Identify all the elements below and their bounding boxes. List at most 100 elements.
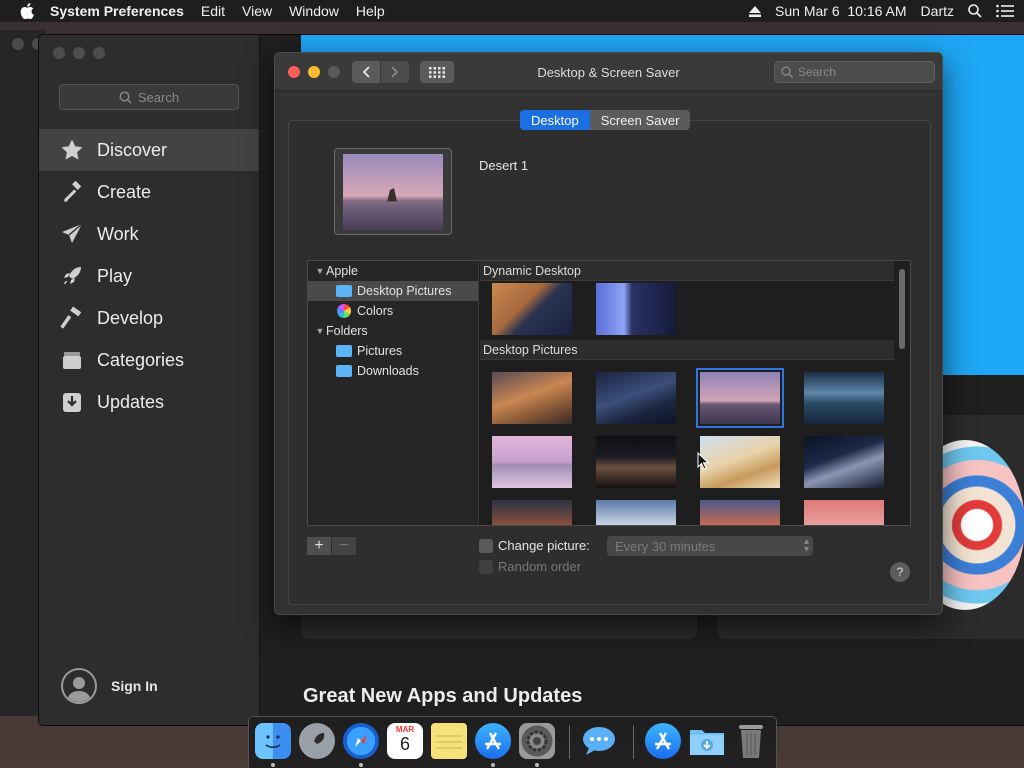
color-wheel-icon bbox=[337, 304, 351, 318]
vertical-scrollbar[interactable] bbox=[896, 263, 908, 525]
scrollbar-thumb[interactable] bbox=[899, 269, 905, 349]
wallpaper-thumbnail[interactable] bbox=[492, 500, 572, 525]
launchpad-icon[interactable] bbox=[299, 723, 335, 759]
preferences-search-field[interactable]: Search bbox=[774, 61, 935, 83]
menu-bar: System Preferences Edit View Window Help… bbox=[0, 0, 1024, 22]
rocket-icon bbox=[59, 263, 85, 289]
nav-play[interactable]: Play bbox=[39, 255, 259, 297]
nav-label: Play bbox=[97, 265, 133, 286]
wallpaper-thumbnail[interactable] bbox=[492, 372, 572, 424]
notification-center-icon[interactable] bbox=[996, 4, 1014, 18]
menu-view[interactable]: View bbox=[242, 3, 272, 19]
app-store-nav: Discover Create Work Play Develop Catego… bbox=[39, 129, 259, 423]
wallpaper-thumbnail[interactable] bbox=[700, 500, 780, 525]
wallpaper-thumbnail[interactable] bbox=[596, 500, 676, 525]
wallpaper-thumbnail[interactable] bbox=[596, 372, 676, 424]
source-group-label: Apple bbox=[326, 264, 358, 278]
source-item-label: Pictures bbox=[357, 344, 403, 358]
zoom-button[interactable] bbox=[93, 47, 105, 59]
menu-clock[interactable]: Sun Mar 6 10:16 AM bbox=[775, 3, 907, 19]
wallpaper-thumbnail[interactable] bbox=[804, 372, 884, 424]
calendar-icon[interactable]: MAR 6 bbox=[387, 723, 423, 759]
menu-app-name[interactable]: System Preferences bbox=[50, 3, 184, 19]
nav-create[interactable]: Create bbox=[39, 171, 259, 213]
tab-desktop[interactable]: Desktop bbox=[520, 110, 590, 130]
source-item-label: Desktop Pictures bbox=[357, 284, 452, 298]
wallpaper-thumbnail[interactable] bbox=[804, 436, 884, 488]
add-folder-button[interactable]: + bbox=[307, 537, 331, 555]
nav-work[interactable]: Work bbox=[39, 213, 259, 255]
wallpaper-thumbnail[interactable] bbox=[596, 283, 676, 335]
remove-folder-button[interactable]: − bbox=[332, 537, 356, 555]
folder-icon bbox=[336, 345, 352, 357]
close-button[interactable] bbox=[53, 47, 65, 59]
folder-icon bbox=[336, 365, 352, 377]
change-interval-popup[interactable]: Every 30 minutes ▴ ▾ bbox=[607, 536, 813, 556]
nav-label: Develop bbox=[97, 307, 164, 328]
source-item-colors[interactable]: Colors bbox=[308, 301, 478, 321]
section-header-dynamic: Dynamic Desktop bbox=[480, 261, 894, 281]
checkbox-box[interactable] bbox=[479, 538, 493, 553]
window-controls bbox=[53, 47, 113, 59]
wallpaper-thumbnail[interactable] bbox=[804, 500, 884, 525]
downloads-folder-icon[interactable] bbox=[689, 723, 725, 759]
nav-label: Create bbox=[97, 181, 152, 202]
change-picture-checkbox[interactable]: Change picture: bbox=[479, 538, 590, 553]
dock-separator bbox=[569, 725, 570, 759]
app-store-sidebar: Search Discover Create Work Play Develop… bbox=[39, 35, 260, 725]
nav-updates[interactable]: Updates bbox=[39, 381, 259, 423]
safari-icon[interactable] bbox=[343, 723, 379, 759]
folder-icon bbox=[336, 285, 352, 297]
source-group-folders[interactable]: ▼ Folders bbox=[308, 321, 478, 341]
nav-discover[interactable]: Discover bbox=[39, 129, 259, 171]
section-heading: Great New Apps and Updates bbox=[303, 685, 583, 707]
dock-separator bbox=[633, 725, 634, 759]
minimize-button[interactable] bbox=[73, 47, 85, 59]
source-item-pictures[interactable]: Pictures bbox=[308, 341, 478, 361]
finder-icon[interactable] bbox=[255, 723, 291, 759]
source-group-apple[interactable]: ▼ Apple bbox=[308, 261, 478, 281]
star-icon bbox=[59, 137, 85, 163]
system-preferences-icon[interactable] bbox=[519, 723, 555, 759]
app-store-search-field[interactable]: Search bbox=[59, 84, 239, 110]
search-icon bbox=[119, 90, 132, 104]
checkbox-label: Random order bbox=[498, 559, 582, 574]
eject-icon[interactable] bbox=[749, 5, 762, 17]
dock: MAR 6 bbox=[248, 716, 777, 768]
source-list: ▼ Apple Desktop Pictures Colors ▼ Folder… bbox=[308, 261, 479, 525]
search-placeholder: Search bbox=[137, 89, 180, 105]
wallpaper-thumbnail-selected[interactable] bbox=[696, 368, 784, 428]
messages-icon[interactable] bbox=[581, 723, 617, 759]
search-icon bbox=[781, 66, 793, 78]
trash-icon[interactable] bbox=[733, 723, 769, 759]
disclosure-triangle-icon[interactable]: ▼ bbox=[314, 266, 326, 276]
menu-window[interactable]: Window bbox=[289, 3, 339, 19]
download-icon bbox=[59, 389, 85, 415]
menu-help[interactable]: Help bbox=[356, 3, 385, 19]
apple-menu-icon[interactable] bbox=[20, 3, 34, 19]
running-indicator bbox=[359, 763, 363, 767]
spotlight-search-icon[interactable] bbox=[968, 4, 982, 18]
source-item-downloads[interactable]: Downloads bbox=[308, 361, 478, 381]
wallpaper-thumbnail[interactable] bbox=[492, 283, 572, 335]
app-store-stack-icon[interactable] bbox=[645, 723, 681, 759]
menu-edit[interactable]: Edit bbox=[201, 3, 225, 19]
random-order-checkbox[interactable]: Random order bbox=[479, 559, 581, 574]
checkbox-box[interactable] bbox=[479, 559, 493, 574]
notes-icon[interactable] bbox=[431, 723, 467, 759]
wallpaper-thumbnail[interactable] bbox=[492, 436, 572, 488]
sign-in-button[interactable]: Sign In bbox=[61, 668, 158, 704]
current-desktop-preview bbox=[334, 148, 452, 235]
add-remove-folder-controls: + − bbox=[307, 537, 356, 555]
help-button[interactable]: ? bbox=[890, 562, 910, 582]
wallpaper-thumbnail[interactable] bbox=[700, 436, 780, 488]
menu-user[interactable]: Dartz bbox=[921, 3, 954, 19]
nav-develop[interactable]: Develop bbox=[39, 297, 259, 339]
nav-categories[interactable]: Categories bbox=[39, 339, 259, 381]
tab-screen-saver[interactable]: Screen Saver bbox=[589, 110, 691, 130]
app-store-icon[interactable] bbox=[475, 723, 511, 759]
interval-value: Every 30 minutes bbox=[615, 538, 716, 554]
source-item-desktop-pictures[interactable]: Desktop Pictures bbox=[308, 281, 478, 301]
disclosure-triangle-icon[interactable]: ▼ bbox=[314, 326, 326, 336]
wallpaper-thumbnail[interactable] bbox=[596, 436, 676, 488]
